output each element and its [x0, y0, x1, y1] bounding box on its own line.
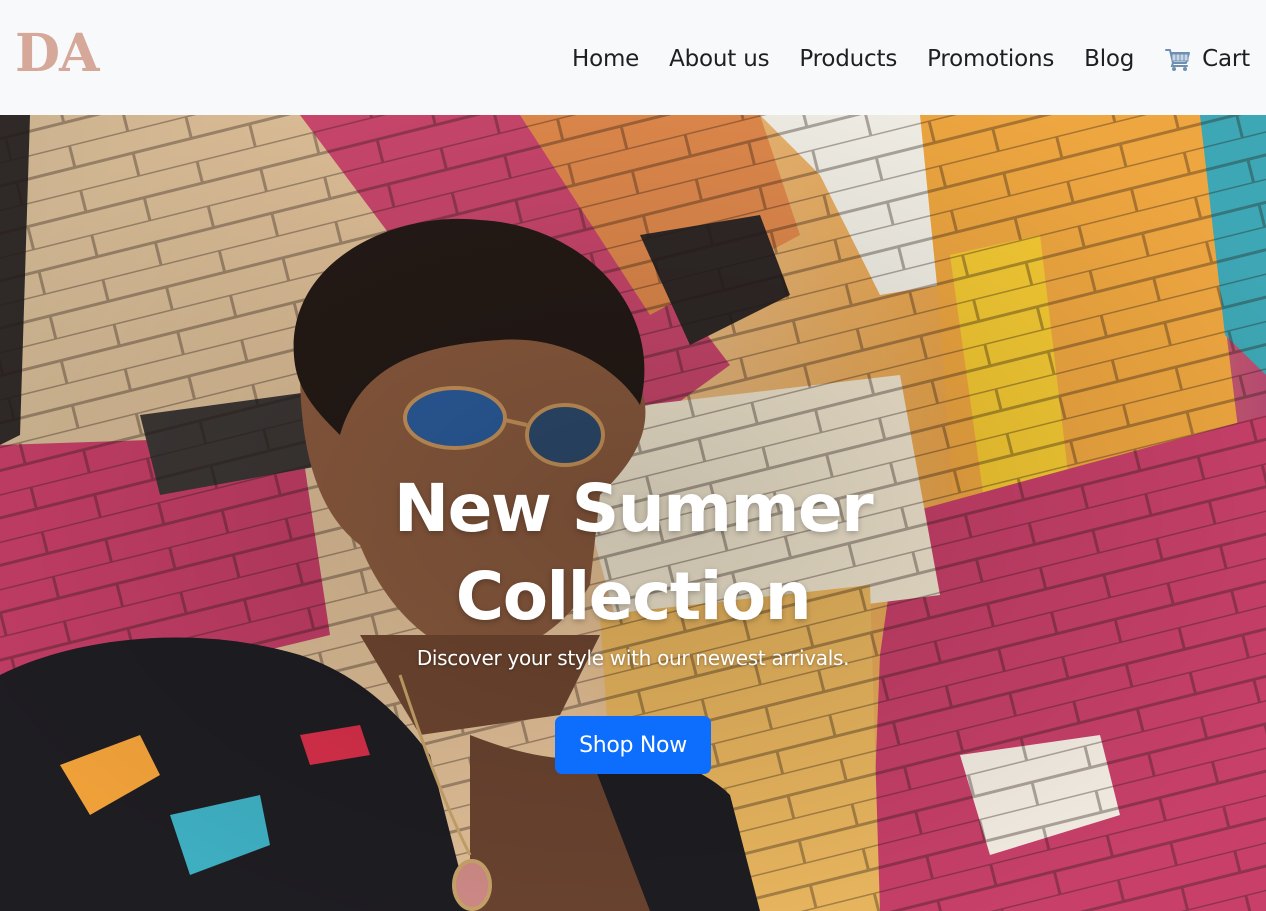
- main-nav: Home About us Products Promotions Blog C…: [572, 40, 1250, 78]
- nav-link-blog[interactable]: Blog: [1084, 40, 1134, 78]
- navbar: DA Home About us Products Promotions Blo…: [0, 0, 1266, 115]
- hero-title: New Summer Collection: [333, 465, 933, 641]
- hero-banner: New Summer Collection Discover your styl…: [0, 115, 1266, 911]
- hero-title-line-1: New Summer: [393, 470, 874, 547]
- shop-now-button[interactable]: Shop Now: [555, 716, 711, 774]
- nav-link-home[interactable]: Home: [572, 40, 639, 78]
- cart-label: Cart: [1202, 46, 1250, 72]
- nav-link-cart[interactable]: Cart: [1164, 40, 1250, 78]
- nav-link-about-us[interactable]: About us: [669, 40, 769, 78]
- nav-link-products[interactable]: Products: [799, 40, 897, 78]
- hero-title-line-2: Collection: [455, 558, 812, 635]
- shopping-cart-icon: [1165, 49, 1191, 71]
- nav-link-promotions[interactable]: Promotions: [927, 40, 1054, 78]
- brand-logo[interactable]: DA: [15, 24, 99, 84]
- hero-subtitle: Discover your style with our newest arri…: [416, 646, 850, 670]
